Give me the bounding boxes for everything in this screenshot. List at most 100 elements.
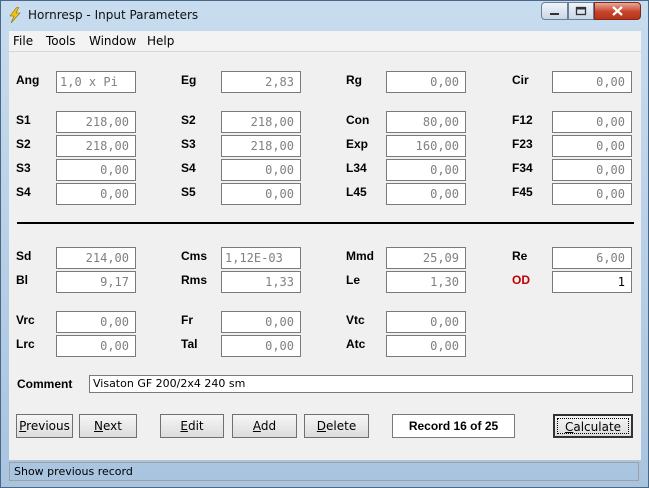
param-field-l34[interactable]: 0,00	[386, 159, 466, 181]
param-field-f45[interactable]: 0,00	[552, 183, 632, 205]
delete-button[interactable]: Delete	[304, 414, 369, 438]
param-field-s5[interactable]: 0,00	[221, 183, 301, 205]
close-button[interactable]	[594, 2, 641, 20]
param-label-f23: F23	[512, 137, 533, 151]
edit-button-label: dit	[187, 419, 204, 433]
param-label-mmd: Mmd	[346, 249, 374, 263]
param-field-s4-horn[interactable]: 0,00	[56, 183, 136, 205]
param-label-eg: Eg	[181, 73, 197, 87]
param-field-s1[interactable]: 218,00	[56, 111, 136, 133]
next-button[interactable]: Next	[79, 414, 137, 438]
param-field-eg[interactable]: 2,83	[221, 71, 301, 93]
lightning-icon	[9, 7, 21, 23]
param-label-s4-horn: S4	[16, 185, 31, 199]
param-field-rms[interactable]: 1,33	[221, 271, 301, 293]
param-label-rms: Rms	[181, 273, 208, 287]
next-button-hotkey: N	[94, 419, 103, 433]
param-label-sd: Sd	[16, 249, 32, 263]
param-label-cms: Cms	[181, 249, 208, 263]
param-label-s1: S1	[16, 113, 31, 127]
param-field-f34[interactable]: 0,00	[552, 159, 632, 181]
close-icon	[612, 6, 623, 16]
param-field-cir[interactable]: 0,00	[552, 71, 632, 93]
param-field-lrc[interactable]: 0,00	[56, 335, 136, 357]
status-bar: Show previous record	[9, 462, 641, 481]
section-divider	[17, 222, 634, 224]
status-text: Show previous record	[9, 462, 639, 481]
maximize-button[interactable]	[568, 2, 594, 20]
param-field-cms[interactable]: 1,12E-03	[221, 247, 301, 269]
param-label-ang: Ang	[16, 73, 40, 87]
param-label-f45: F45	[512, 185, 533, 199]
edit-button-hotkey: E	[180, 419, 188, 433]
next-button-label: ext	[103, 419, 122, 433]
param-label-rg: Rg	[346, 73, 362, 87]
param-field-sd[interactable]: 214,00	[56, 247, 136, 269]
param-field-s2-horn[interactable]: 218,00	[56, 135, 136, 157]
param-field-le[interactable]: 1,30	[386, 271, 466, 293]
calculate-button-label: alculate	[573, 420, 622, 434]
param-label-tal: Tal	[181, 337, 198, 351]
param-label-vtc: Vtc	[346, 313, 365, 327]
param-label-fr: Fr	[181, 313, 193, 327]
menu-tools[interactable]: Tools	[46, 34, 76, 48]
minimize-icon	[550, 13, 559, 15]
param-label-s4: S4	[181, 161, 196, 175]
param-field-s3[interactable]: 218,00	[221, 135, 301, 157]
param-field-re[interactable]: 6,00	[552, 247, 632, 269]
calculate-button[interactable]: Calculate	[553, 414, 633, 438]
add-button-hotkey: A	[252, 419, 261, 433]
param-label-od[interactable]: OD	[512, 273, 530, 287]
param-field-mmd[interactable]: 25,09	[386, 247, 466, 269]
param-label-f34: F34	[512, 161, 533, 175]
param-field-exp[interactable]: 160,00	[386, 135, 466, 157]
record-indicator: Record 16 of 25	[392, 414, 515, 438]
param-label-cir: Cir	[512, 73, 529, 87]
param-field-ang[interactable]: 1,0 x Pi	[56, 71, 136, 93]
calculate-button-focus: Calculate	[557, 418, 629, 434]
menu-bar: File Tools Window Help	[9, 31, 641, 52]
window-title: Hornresp - Input Parameters	[28, 8, 199, 22]
param-label-s2: S2	[181, 113, 196, 127]
param-label-s2-horn: S2	[16, 137, 31, 151]
param-field-f23[interactable]: 0,00	[552, 135, 632, 157]
param-label-l45: L45	[346, 185, 367, 199]
menu-file[interactable]: File	[13, 34, 33, 48]
param-field-tal[interactable]: 0,00	[221, 335, 301, 357]
param-field-atc[interactable]: 0,00	[386, 335, 466, 357]
param-label-atc: Atc	[346, 337, 366, 351]
param-field-od[interactable]: 1	[552, 271, 632, 293]
param-field-rg[interactable]: 0,00	[386, 71, 466, 93]
param-label-vrc: Vrc	[16, 313, 35, 327]
param-field-vtc[interactable]: 0,00	[386, 311, 466, 333]
menu-window[interactable]: Window	[89, 34, 136, 48]
param-label-lrc: Lrc	[16, 337, 35, 351]
previous-button-label: revious	[26, 419, 70, 433]
param-label-bl: Bl	[16, 273, 28, 287]
param-field-l45[interactable]: 0,00	[386, 183, 466, 205]
param-field-s3-horn[interactable]: 0,00	[56, 159, 136, 181]
previous-button[interactable]: Previous	[16, 414, 73, 438]
comment-field[interactable]: Visaton GF 200/2x4 240 sm	[89, 375, 633, 393]
edit-button[interactable]: Edit	[160, 414, 224, 438]
delete-button-label: elete	[326, 419, 357, 433]
param-label-s3: S3	[181, 137, 196, 151]
param-label-s5: S5	[181, 185, 196, 199]
main-window: Hornresp - Input Parameters File Tools W…	[0, 0, 649, 488]
param-field-f12[interactable]: 0,00	[552, 111, 632, 133]
param-field-s4[interactable]: 0,00	[221, 159, 301, 181]
menu-help[interactable]: Help	[147, 34, 174, 48]
param-field-vrc[interactable]: 0,00	[56, 311, 136, 333]
param-field-bl[interactable]: 9,17	[56, 271, 136, 293]
minimize-button[interactable]	[541, 2, 568, 20]
param-label-le: Le	[346, 273, 361, 287]
add-button[interactable]: Add	[232, 414, 297, 438]
param-label-con: Con	[346, 113, 370, 127]
param-field-con[interactable]: 80,00	[386, 111, 466, 133]
title-bar[interactable]: Hornresp - Input Parameters	[1, 1, 648, 31]
param-label-re: Re	[512, 249, 528, 263]
input-parameters-panel: Ang 1,0 x Pi Eg 2,83 Rg 0,00 Cir 0,00 S1…	[9, 52, 641, 481]
add-button-label: dd	[260, 419, 277, 433]
param-field-s2[interactable]: 218,00	[221, 111, 301, 133]
param-field-fr[interactable]: 0,00	[221, 311, 301, 333]
